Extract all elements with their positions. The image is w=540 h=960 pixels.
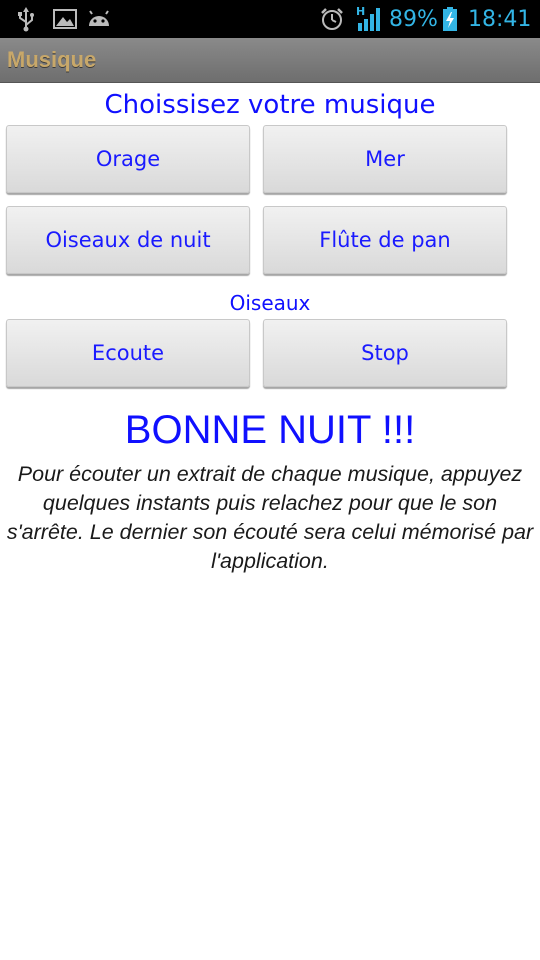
title-bar: Musique bbox=[0, 38, 540, 83]
alarm-icon bbox=[318, 0, 346, 38]
android-icon bbox=[86, 0, 112, 38]
instructions-text: Pour écouter un extrait de chaque musiqu… bbox=[6, 462, 534, 573]
battery-percent: 89% bbox=[389, 6, 438, 32]
flute-de-pan-button-label: Flûte de pan bbox=[319, 228, 451, 252]
clock: 18:41 bbox=[468, 6, 532, 32]
usb-icon bbox=[12, 0, 40, 38]
screen: H 89% 18:41 Musique Choissisez votre mus… bbox=[0, 0, 540, 960]
goodnight-heading: BONNE NUIT !!! bbox=[124, 408, 416, 452]
oiseaux-de-nuit-button-label: Oiseaux de nuit bbox=[45, 228, 211, 252]
flute-de-pan-button[interactable]: Flûte de pan bbox=[263, 206, 507, 274]
listen-button[interactable]: Ecoute bbox=[6, 319, 250, 387]
mer-button[interactable]: Mer bbox=[263, 125, 507, 193]
status-bar: H 89% 18:41 bbox=[0, 0, 540, 38]
app-title: Musique bbox=[7, 47, 97, 72]
oiseaux-de-nuit-button[interactable]: Oiseaux de nuit bbox=[6, 206, 250, 274]
mer-button-label: Mer bbox=[365, 147, 405, 171]
stop-button[interactable]: Stop bbox=[263, 319, 507, 387]
svg-text:H: H bbox=[356, 5, 365, 18]
signal-h-icon: H bbox=[354, 0, 384, 38]
listen-button-label: Ecoute bbox=[91, 341, 165, 365]
selected-music-label: Oiseaux bbox=[229, 291, 311, 315]
orage-button[interactable]: Orage bbox=[6, 125, 250, 193]
battery-charging-icon bbox=[441, 0, 459, 38]
image-icon bbox=[52, 0, 78, 38]
orage-button-label: Orage bbox=[95, 147, 161, 171]
choose-music-heading: Choissisez votre musique bbox=[104, 90, 436, 120]
stop-button-label: Stop bbox=[361, 341, 409, 365]
